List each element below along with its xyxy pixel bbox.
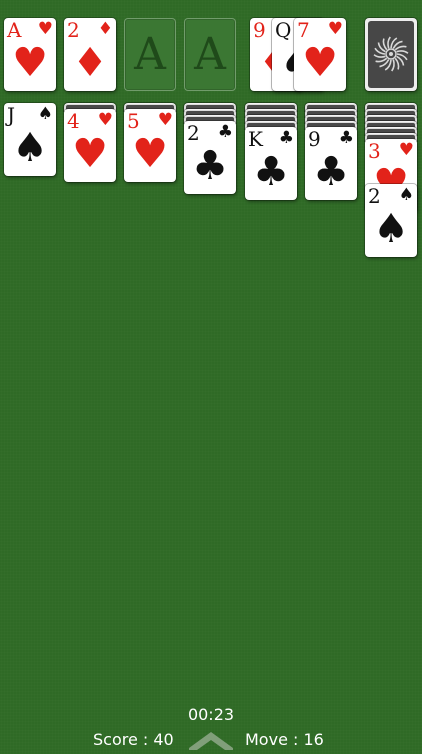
spades-icon: ♠ bbox=[37, 104, 53, 124]
spades-icon: ♠ bbox=[12, 125, 48, 171]
hearts-icon: ♥ bbox=[72, 131, 108, 177]
card-rank: 2 bbox=[368, 184, 381, 208]
card-rank: 4 bbox=[67, 109, 80, 133]
stock-pile[interactable] bbox=[365, 18, 417, 91]
card-rank: 2 bbox=[187, 121, 200, 145]
moves-label: Move : 16 bbox=[245, 730, 324, 749]
hearts-icon: ♥ bbox=[97, 110, 113, 130]
foundation-slot-4[interactable]: A bbox=[184, 18, 236, 91]
tableau-3-card-1[interactable]: 5 ♥ ♥ bbox=[124, 109, 176, 182]
tableau-7-card-2[interactable]: 2 ♠ ♠ bbox=[365, 184, 417, 257]
spiral-sun-icon bbox=[373, 36, 409, 72]
tableau-6-card-1[interactable]: 9 ♣ ♣ bbox=[305, 127, 357, 200]
tableau-1-card-1[interactable]: J ♠ ♠ bbox=[4, 103, 56, 176]
hearts-icon: ♥ bbox=[302, 40, 338, 86]
diamonds-icon: ♦ bbox=[97, 19, 113, 39]
tableau-4-card-1[interactable]: 2 ♣ ♣ bbox=[184, 121, 236, 194]
card-rank: 3 bbox=[368, 139, 381, 163]
clubs-icon: ♣ bbox=[217, 122, 233, 142]
clubs-icon: ♣ bbox=[338, 128, 354, 148]
card-rank: J bbox=[7, 103, 15, 127]
card-rank: Q bbox=[275, 18, 291, 42]
waste-card-3[interactable]: 7 ♥ ♥ bbox=[294, 18, 346, 91]
card-rank: 9 bbox=[308, 127, 321, 151]
clubs-icon: ♣ bbox=[253, 149, 289, 195]
tableau-5-card-1[interactable]: K ♣ ♣ bbox=[245, 127, 297, 200]
chevron-up-icon[interactable] bbox=[189, 726, 233, 750]
tableau-2-card-1[interactable]: 4 ♥ ♥ bbox=[64, 109, 116, 182]
hearts-icon: ♥ bbox=[132, 131, 168, 177]
solitaire-board: A♥♥2♦♦AA9♦♦Q♠♠7♥♥J♠♠4♥♥5♥♥2♣♣K♣♣9♣♣3♥♥2♠… bbox=[0, 0, 422, 750]
clubs-icon: ♣ bbox=[278, 128, 294, 148]
foundation-placeholder: A bbox=[194, 29, 226, 80]
card-rank: 2 bbox=[67, 18, 80, 42]
card-rank: A bbox=[7, 18, 21, 42]
score-label: Score : 40 bbox=[93, 730, 174, 749]
hearts-icon: ♥ bbox=[398, 140, 414, 160]
timer: 00:23 bbox=[187, 705, 235, 724]
card-rank: 9 bbox=[253, 18, 266, 42]
clubs-icon: ♣ bbox=[192, 143, 228, 189]
spades-icon: ♠ bbox=[398, 185, 414, 205]
hearts-icon: ♥ bbox=[12, 40, 48, 86]
hearts-icon: ♥ bbox=[37, 19, 53, 39]
clubs-icon: ♣ bbox=[313, 149, 349, 195]
hearts-icon: ♥ bbox=[327, 19, 343, 39]
foundation-1-card[interactable]: A ♥ ♥ bbox=[4, 18, 56, 91]
spades-icon: ♠ bbox=[373, 206, 409, 252]
card-rank: 5 bbox=[127, 109, 140, 133]
foundation-slot-3[interactable]: A bbox=[124, 18, 176, 91]
diamonds-icon: ♦ bbox=[72, 40, 108, 86]
foundation-2-card[interactable]: 2 ♦ ♦ bbox=[64, 18, 116, 91]
hearts-icon: ♥ bbox=[157, 110, 173, 130]
card-rank: 7 bbox=[297, 18, 310, 42]
card-rank: K bbox=[248, 127, 263, 151]
foundation-placeholder: A bbox=[134, 29, 166, 80]
